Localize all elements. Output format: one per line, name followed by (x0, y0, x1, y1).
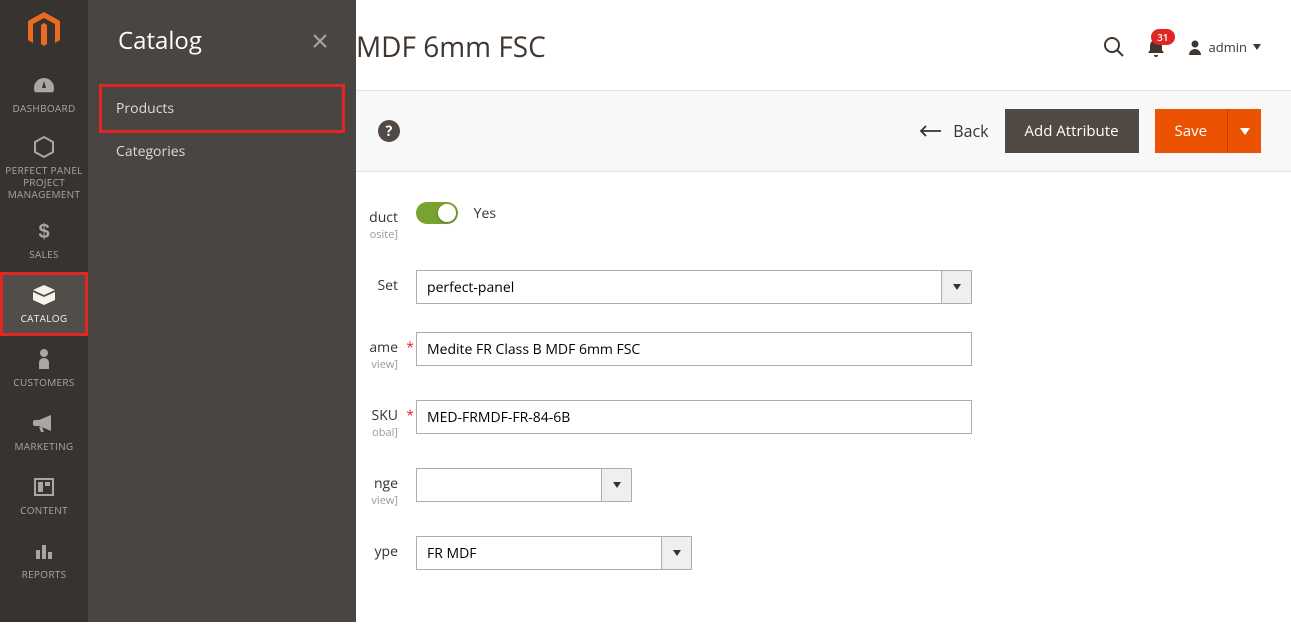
admin-account-menu[interactable]: admin (1187, 38, 1261, 56)
nav-sales[interactable]: $ SALES (0, 208, 88, 272)
box-icon (32, 282, 56, 308)
nav-content[interactable]: CONTENT (0, 464, 88, 528)
attribute-set-label: Set (356, 270, 416, 295)
page-title: MDF 6mm FSC (356, 28, 546, 66)
range-label: nge view] (356, 468, 416, 508)
layout-icon (34, 474, 54, 500)
admin-sidebar: DASHBOARD PERFECT PANEL PROJECT MANAGEME… (0, 0, 88, 622)
submenu-categories[interactable]: Categories (102, 130, 342, 173)
nav-dashboard[interactable]: DASHBOARD (0, 62, 88, 126)
product-name-label: ame* view] (356, 332, 416, 372)
enable-product-toggle[interactable] (416, 202, 458, 224)
range-select[interactable] (416, 468, 602, 502)
add-attribute-button[interactable]: Add Attribute (1005, 109, 1139, 153)
chevron-down-icon (613, 482, 621, 488)
sku-label: SKU* obal] (356, 400, 416, 440)
enable-product-value: Yes (474, 204, 496, 223)
attribute-set-dropdown-button[interactable] (942, 270, 972, 304)
back-button[interactable]: Back (919, 120, 988, 142)
notification-badge: 31 (1151, 29, 1174, 45)
hexagon-icon (34, 134, 54, 160)
range-dropdown-button[interactable] (602, 468, 632, 502)
user-icon (1187, 39, 1203, 55)
dollar-icon: $ (37, 218, 51, 244)
person-icon (37, 346, 51, 372)
chevron-down-icon (1253, 44, 1261, 50)
svg-text:$: $ (38, 221, 49, 242)
search-icon[interactable] (1103, 36, 1125, 58)
close-icon[interactable] (308, 29, 332, 53)
nav-reports[interactable]: REPORTS (0, 528, 88, 592)
megaphone-icon (33, 410, 55, 436)
nav-marketing[interactable]: MARKETING (0, 400, 88, 464)
save-button[interactable]: Save (1155, 109, 1227, 153)
page-toolbar: ? Back Add Attribute Save (356, 90, 1291, 172)
attribute-set-select[interactable] (416, 270, 942, 304)
enable-product-label: duct osite] (356, 202, 416, 242)
submenu-title: Catalog (118, 24, 202, 57)
chevron-down-icon (953, 284, 961, 290)
nav-customers[interactable]: CUSTOMERS (0, 336, 88, 400)
submenu-products[interactable]: Products (102, 87, 342, 130)
main-content: MDF 6mm FSC 31 admin ? Back Add (356, 0, 1291, 638)
type-label: ype (356, 536, 416, 561)
nav-perfect-panel[interactable]: PERFECT PANEL PROJECT MANAGEMENT (0, 126, 88, 208)
type-select[interactable] (416, 536, 662, 570)
magento-icon (27, 12, 61, 50)
save-dropdown-button[interactable] (1227, 109, 1261, 153)
bars-icon (34, 538, 54, 564)
save-button-group: Save (1155, 109, 1261, 153)
notifications-icon[interactable]: 31 (1147, 37, 1165, 57)
sku-input[interactable] (416, 400, 972, 434)
type-dropdown-button[interactable] (662, 536, 692, 570)
nav-catalog[interactable]: CATALOG (0, 272, 88, 336)
admin-label: admin (1209, 38, 1247, 56)
arrow-left-icon (919, 125, 941, 137)
gauge-icon (33, 72, 55, 98)
product-form: duct osite] Yes Set ame* view] (356, 172, 1291, 638)
product-name-input[interactable] (416, 332, 972, 366)
chevron-down-icon (1240, 128, 1250, 135)
chevron-down-icon (673, 550, 681, 556)
catalog-submenu: Catalog Products Categories (88, 0, 356, 622)
magento-logo[interactable] (0, 0, 88, 62)
help-icon[interactable]: ? (378, 120, 400, 142)
